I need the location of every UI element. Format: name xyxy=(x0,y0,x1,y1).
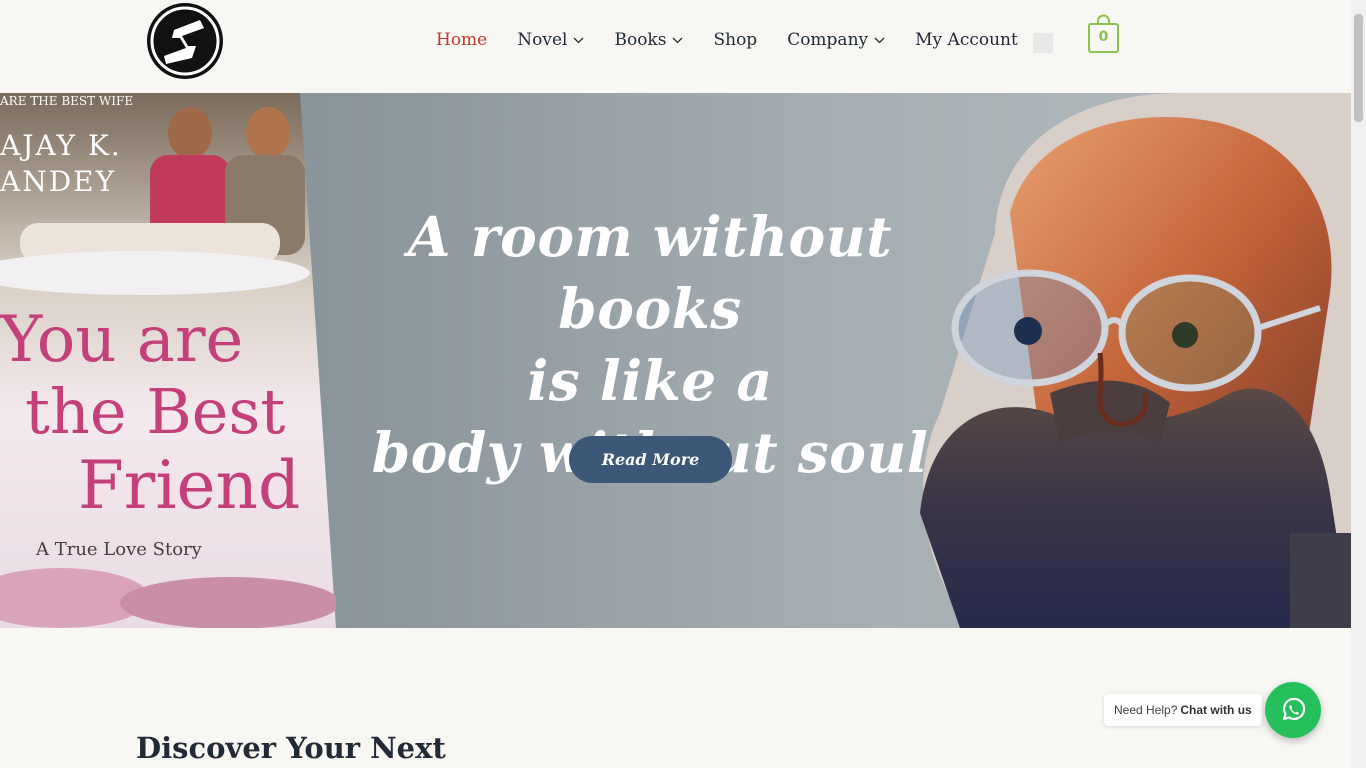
book-subtitle: A True Love Story xyxy=(35,539,203,560)
site-header: Home Novel Books Shop Company My Account… xyxy=(0,0,1351,93)
chat-prompt-prefix: Need Help? xyxy=(1114,703,1178,717)
book-cover-image: ARE THE BEST WIFE AJAY K. ANDEY You are … xyxy=(0,93,340,628)
chat-prompt-label: Chat with us xyxy=(1180,703,1252,717)
nav-home[interactable]: Home xyxy=(436,30,487,50)
whatsapp-chat-button[interactable] xyxy=(1265,682,1321,738)
book-tagline: ARE THE BEST WIFE xyxy=(0,94,133,108)
chevron-down-icon xyxy=(574,37,584,43)
hero-quote-line-1: A room without books xyxy=(407,204,893,341)
book-title-line-3: Friend xyxy=(78,447,300,524)
chat-prompt[interactable]: Need Help? Chat with us xyxy=(1104,694,1262,726)
nav-shop-label: Shop xyxy=(713,30,758,50)
whatsapp-icon xyxy=(1282,697,1306,721)
hero-quote-line-2: is like a xyxy=(527,348,773,413)
chevron-down-icon xyxy=(874,37,885,43)
nav-my-account[interactable]: My Account xyxy=(915,30,1018,50)
read-more-button[interactable]: Read More xyxy=(569,436,732,483)
nav-novel[interactable]: Novel xyxy=(517,30,584,50)
nav-company-label: Company xyxy=(787,30,869,50)
section-title: Discover Your Next xyxy=(136,731,446,765)
nav-books-label: Books xyxy=(614,30,667,50)
cart-count: 0 xyxy=(1098,29,1109,45)
nav-company[interactable]: Company xyxy=(787,30,885,50)
chevron-down-icon xyxy=(673,37,683,43)
hero-banner: ARE THE BEST WIFE AJAY K. ANDEY You are … xyxy=(0,93,1351,628)
main-nav: Home Novel Books Shop Company My Account xyxy=(436,30,1048,50)
nav-books[interactable]: Books xyxy=(614,30,683,50)
search-toggle[interactable] xyxy=(1033,33,1053,53)
nav-my-account-label: My Account xyxy=(915,30,1018,50)
nav-home-label: Home xyxy=(436,30,488,50)
book-title-line-1: You are xyxy=(0,303,243,377)
book-author-line-1: AJAY K. xyxy=(0,129,122,162)
book-title-line-2: the Best xyxy=(25,375,285,448)
scrollbar-thumb[interactable] xyxy=(1354,14,1363,122)
nav-novel-label: Novel xyxy=(517,30,568,50)
cart-button[interactable]: 0 xyxy=(1087,14,1120,54)
nav-shop[interactable]: Shop xyxy=(713,30,757,50)
site-logo[interactable] xyxy=(144,2,226,80)
page-scrollbar[interactable] xyxy=(1351,0,1366,768)
book-author-line-2: ANDEY xyxy=(0,165,116,198)
